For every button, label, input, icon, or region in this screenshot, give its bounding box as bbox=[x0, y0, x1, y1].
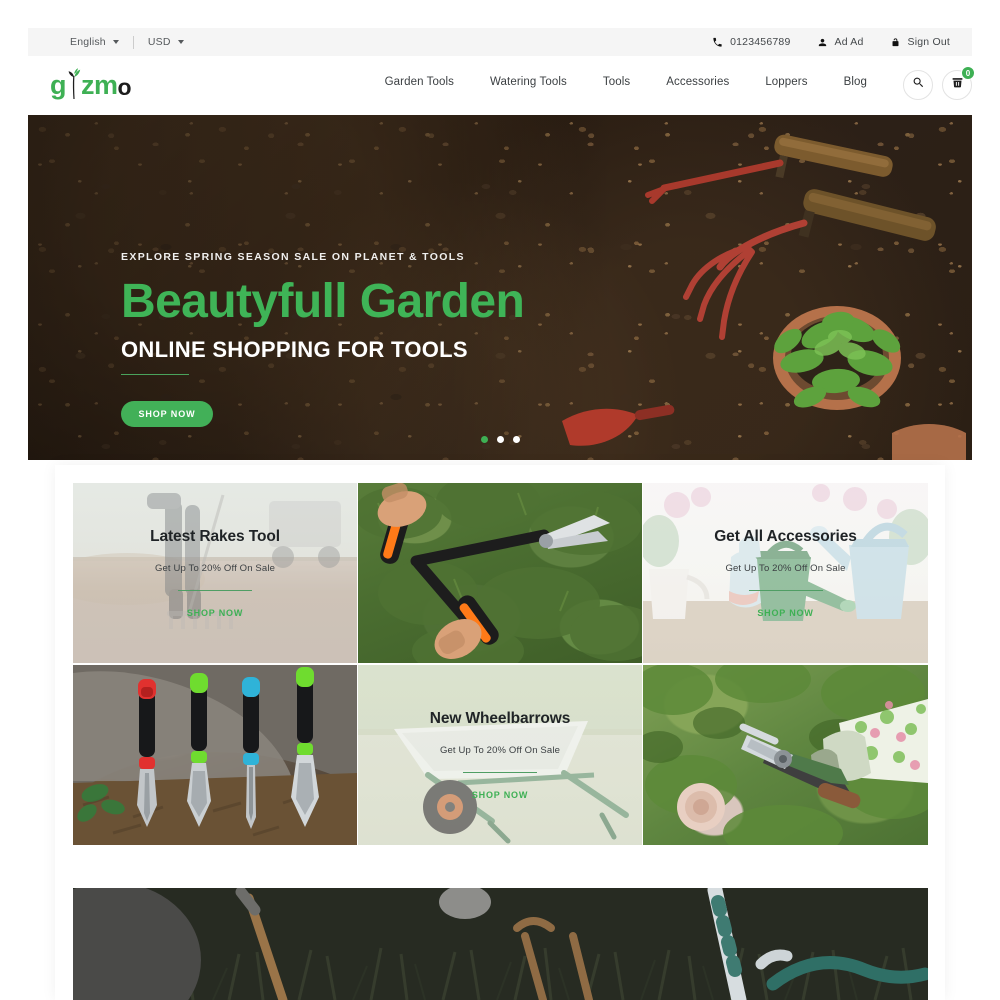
hand-trowels-illustration bbox=[73, 665, 357, 845]
hero-copy: EXPLORE SPRING SEASON SALE ON PLANET & T… bbox=[121, 251, 525, 428]
page-root: English USD 0123456789 Ad Ad Sign Out g … bbox=[0, 0, 1000, 1000]
promo-tile-1-title: Latest Rakes Tool bbox=[150, 527, 280, 545]
nav-item-garden-tools[interactable]: Garden Tools bbox=[385, 76, 472, 88]
promo-tile-5-copy: New Wheelbarrows Get Up To 20% Off On Sa… bbox=[358, 665, 642, 845]
promo-tile-hand-trowels[interactable] bbox=[73, 665, 357, 845]
cart-button[interactable]: 0 bbox=[942, 66, 975, 100]
hero-title: Beautyfull Garden bbox=[121, 275, 525, 328]
hero-shop-now-button[interactable]: SHOP NOW bbox=[121, 401, 213, 428]
topbar-right-group: 0123456789 Ad Ad Sign Out bbox=[712, 36, 954, 48]
search-button[interactable] bbox=[903, 70, 933, 100]
nav-item-watering-tools[interactable]: Watering Tools bbox=[472, 76, 585, 88]
promo-tile-5-subtitle: Get Up To 20% Off On Sale bbox=[439, 744, 561, 756]
logo-text-part3: o bbox=[117, 74, 132, 100]
nav-item-loppers[interactable]: Loppers bbox=[747, 76, 825, 88]
phone-number: 0123456789 bbox=[730, 36, 791, 48]
lock-icon bbox=[890, 36, 901, 48]
promo-tile-3-copy: Get All Accessories Get Up To 20% Off On… bbox=[643, 483, 928, 663]
promo-tile-latest-rakes-tool[interactable]: Latest Rakes Tool Get Up To 20% Off On S… bbox=[73, 483, 357, 663]
topbar-left-group: English USD bbox=[46, 35, 198, 49]
bottom-banner-illustration bbox=[73, 888, 928, 1000]
currency-label: USD bbox=[147, 36, 171, 48]
account-link[interactable]: Ad Ad bbox=[817, 36, 864, 48]
logo-text-part1: g bbox=[50, 70, 67, 100]
promo-tile-3-title: Get All Accessories bbox=[714, 527, 857, 545]
signout-label: Sign Out bbox=[907, 36, 950, 48]
promo-tile-get-all-accessories[interactable]: Get All Accessories Get Up To 20% Off On… bbox=[643, 483, 928, 663]
hero-garden-tools-illustration bbox=[562, 134, 966, 460]
cart-icon bbox=[951, 76, 964, 94]
carousel-dot-3[interactable] bbox=[512, 436, 520, 443]
nav-item-tools[interactable]: Tools bbox=[585, 76, 648, 88]
header-actions: 0 bbox=[903, 66, 975, 100]
currency-selector[interactable]: USD bbox=[134, 36, 198, 48]
promo-tile-5-shop-now[interactable]: SHOP NOW bbox=[472, 790, 528, 800]
cart-count-badge: 0 bbox=[961, 66, 975, 80]
promo-tile-5-divider bbox=[463, 771, 537, 774]
user-icon bbox=[817, 36, 828, 48]
nav-item-blog[interactable]: Blog bbox=[826, 76, 885, 88]
phone-icon bbox=[712, 36, 723, 48]
promo-tile-new-wheelbarrows[interactable]: New Wheelbarrows Get Up To 20% Off On Sa… bbox=[358, 665, 642, 845]
site-logo[interactable]: g zm o bbox=[50, 68, 132, 100]
bottom-banner[interactable] bbox=[73, 888, 928, 1000]
promo-tile-5-title: New Wheelbarrows bbox=[429, 709, 571, 727]
carousel-dot-1[interactable] bbox=[480, 436, 488, 443]
hedge-shears-illustration bbox=[358, 483, 642, 663]
promo-tile-1-copy: Latest Rakes Tool Get Up To 20% Off On S… bbox=[73, 483, 357, 663]
promo-tiles-grid: Latest Rakes Tool Get Up To 20% Off On S… bbox=[73, 483, 928, 851]
hero-subtitle: ONLINE SHOPPING FOR TOOLS bbox=[121, 336, 468, 362]
logo-text-part2: zm bbox=[81, 70, 118, 100]
promo-tile-3-subtitle: Get Up To 20% Off On Sale bbox=[725, 562, 846, 574]
promo-tile-1-subtitle: Get Up To 20% Off On Sale bbox=[154, 562, 276, 574]
top-utility-bar: English USD 0123456789 Ad Ad Sign Out bbox=[28, 28, 972, 56]
promo-tile-hedge-shears[interactable] bbox=[358, 483, 642, 663]
account-name: Ad Ad bbox=[834, 36, 864, 48]
nav-item-accessories[interactable]: Accessories bbox=[648, 76, 747, 88]
chevron-down-icon bbox=[112, 40, 119, 44]
promo-tile-3-divider bbox=[748, 589, 823, 592]
signout-link[interactable]: Sign Out bbox=[890, 36, 950, 48]
carousel-dot-2[interactable] bbox=[496, 436, 504, 443]
language-selector[interactable]: English bbox=[46, 36, 133, 48]
promo-tile-3-shop-now[interactable]: SHOP NOW bbox=[757, 608, 813, 618]
main-navigation: Garden Tools Watering Tools Tools Access… bbox=[385, 76, 885, 88]
hero-kicker: EXPLORE SPRING SEASON SALE ON PLANET & T… bbox=[121, 251, 465, 263]
hero-carousel: EXPLORE SPRING SEASON SALE ON PLANET & T… bbox=[28, 115, 972, 460]
search-icon bbox=[912, 76, 925, 94]
phone-link[interactable]: 0123456789 bbox=[712, 36, 790, 48]
language-label: English bbox=[70, 36, 106, 48]
promo-tile-pruning-shears[interactable] bbox=[643, 665, 928, 845]
promo-tile-1-shop-now[interactable]: SHOP NOW bbox=[187, 608, 243, 618]
sprout-icon bbox=[66, 68, 81, 99]
chevron-down-icon bbox=[177, 40, 184, 44]
carousel-dots bbox=[28, 436, 972, 443]
pruning-shears-illustration bbox=[643, 665, 928, 845]
promo-tile-1-divider bbox=[178, 589, 252, 592]
hero-divider bbox=[121, 373, 189, 376]
